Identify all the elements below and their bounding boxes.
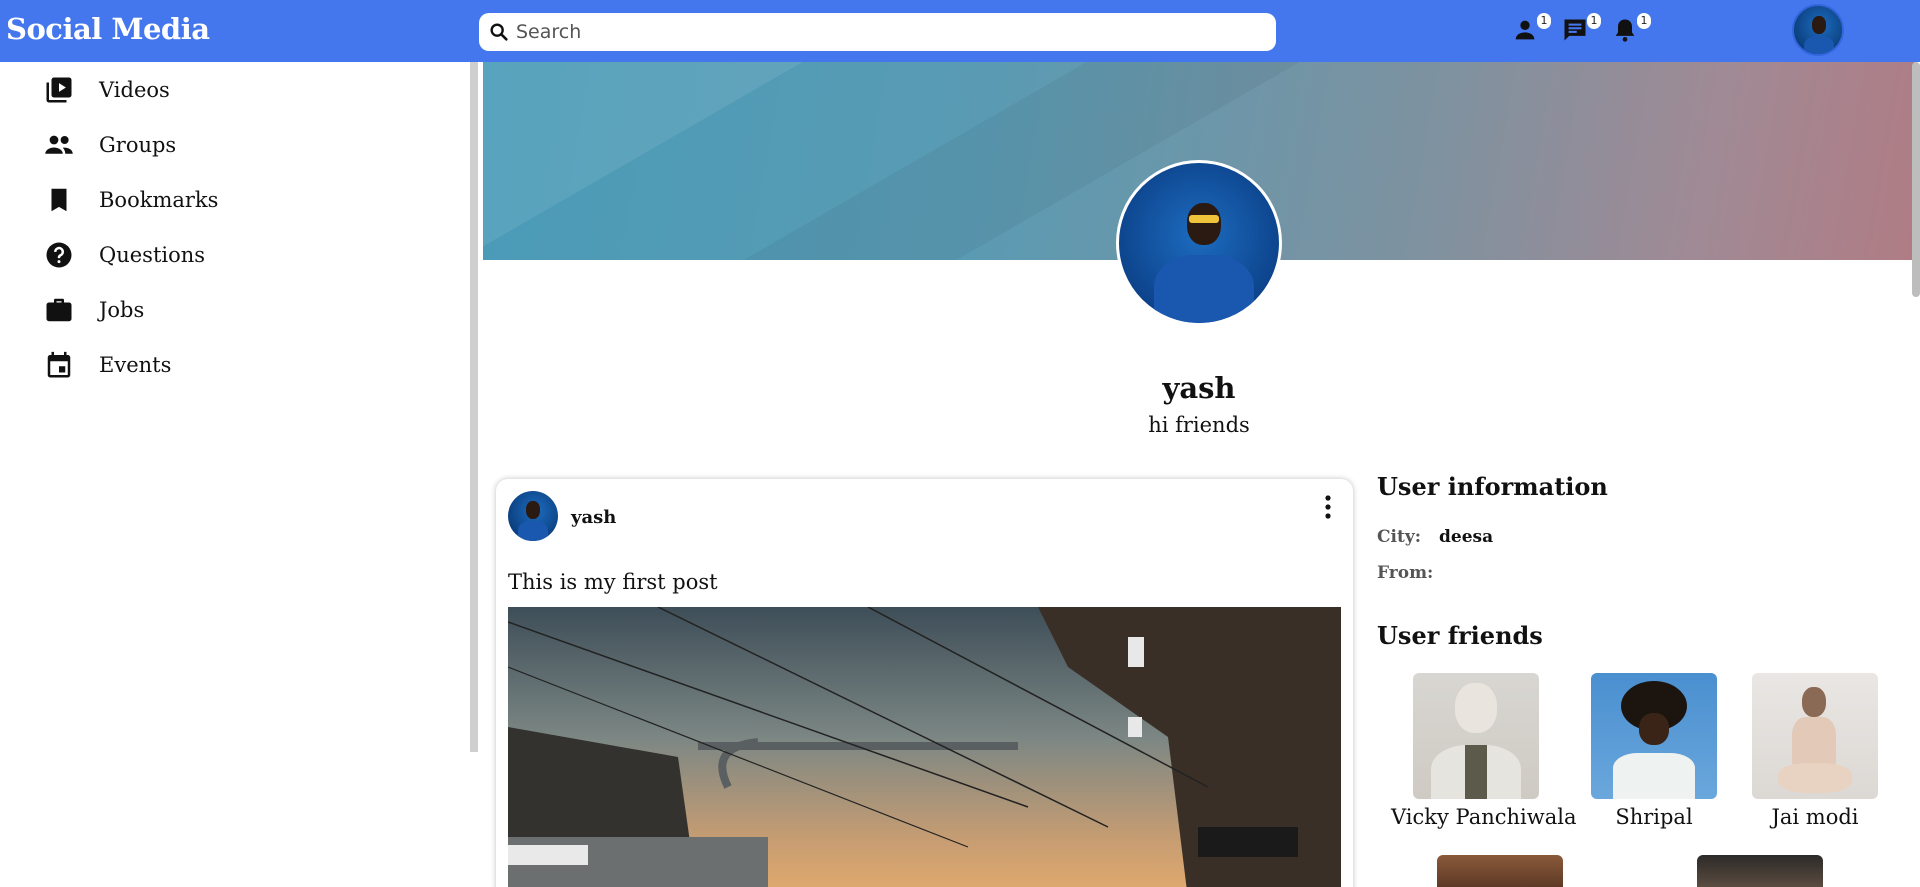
user-avatar[interactable] [1792,4,1844,56]
friend-name: Vicky Panchiwala [1391,805,1577,829]
sidebar-item-label: Events [99,353,172,377]
post-card: yash This is my first post [496,479,1353,887]
search-bar[interactable] [479,13,1276,51]
help-icon [46,242,72,268]
train-station-image [508,607,1341,887]
user-friends-heading: User friends [1377,621,1543,650]
sidebar-item-events[interactable]: Events [44,345,171,385]
groups-icon [45,135,73,154]
post-author-name[interactable]: yash [571,507,616,528]
sidebar-item-label: Questions [99,243,206,267]
profile-name: yash [1162,371,1236,405]
page-scrollbar[interactable] [1912,62,1920,297]
bookmark-icon [51,188,67,212]
post-text: This is my first post [508,570,718,594]
messages-badge: 1 [1587,13,1601,29]
video-library-icon [46,77,72,103]
sidebar-item-videos[interactable]: Videos [44,70,170,110]
friend-name: Shripal [1615,805,1693,829]
sidebar-item-label: Jobs [99,298,145,322]
friend-photo[interactable] [1591,673,1717,799]
friend-card[interactable]: Shripal [1569,673,1739,829]
notifications-button[interactable]: 1 [1611,13,1651,44]
profile-bio: hi friends [1148,413,1250,437]
calendar-icon [47,351,71,378]
friend-photo[interactable] [1437,855,1563,887]
friend-requests-button[interactable]: 1 [1511,13,1551,44]
messages-button[interactable]: 1 [1561,13,1601,44]
sidebar-item-label: Videos [99,78,170,102]
notifications-badge: 1 [1637,13,1651,29]
more-vert-icon[interactable] [1320,493,1336,521]
chat-icon [1564,19,1586,41]
sidebar-item-label: Bookmarks [99,188,219,212]
post-author-avatar[interactable] [508,491,558,541]
friend-card[interactable]: Jai modi [1730,673,1900,829]
sidebar-item-questions[interactable]: Questions [44,235,205,275]
friend-card[interactable]: Vicky Panchiwala [1391,673,1577,829]
search-input[interactable] [516,13,1276,51]
sidebar-item-groups[interactable]: Groups [44,125,176,165]
profile-picture[interactable] [1116,160,1282,326]
search-icon [490,23,508,41]
brand-logo[interactable]: Social Media [6,12,210,46]
sidebar-item-jobs[interactable]: Jobs [44,290,144,330]
from-label: From: [1377,563,1434,583]
sidebar-item-label: Groups [99,133,177,157]
top-navbar: Social Media 1 1 1 [0,0,1920,62]
user-info-heading: User information [1377,472,1608,501]
bell-icon [1615,19,1635,42]
city-value: deesa [1439,527,1494,547]
post-image[interactable] [508,607,1341,887]
city-label: City: [1377,527,1421,547]
friend-requests-badge: 1 [1537,13,1551,29]
friend-photo[interactable] [1752,673,1878,799]
sidebar-item-bookmarks[interactable]: Bookmarks [44,180,218,220]
friend-photo[interactable] [1697,855,1823,887]
friend-name: Jai modi [1771,805,1859,829]
left-sidebar: Videos Groups Bookmarks Questions Jobs E… [0,62,470,887]
sidebar-scrollbar[interactable] [470,62,478,752]
friend-photo[interactable] [1413,673,1539,799]
briefcase-icon [46,298,72,322]
person-icon [1515,20,1535,40]
